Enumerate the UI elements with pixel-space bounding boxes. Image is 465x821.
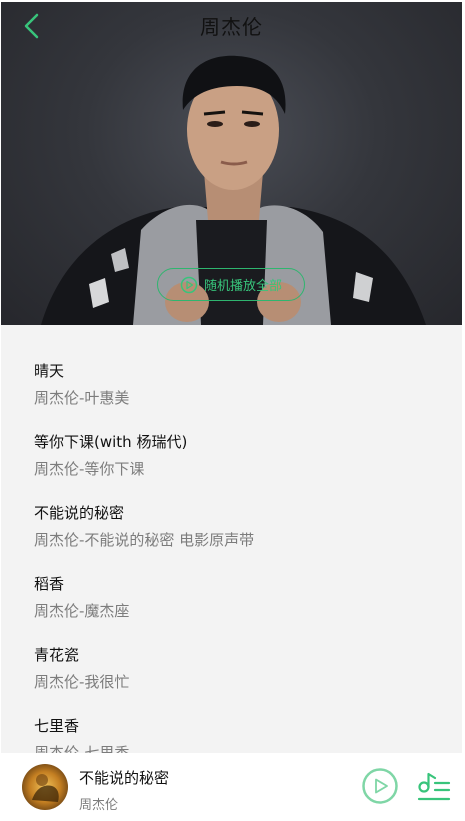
song-title: 晴天	[34, 362, 65, 380]
song-artist-album: 周杰伦-我很忙	[34, 673, 130, 691]
album-art	[22, 764, 68, 810]
song-item[interactable]: 七里香 周杰伦-七里香	[34, 715, 434, 755]
app-frame: 周杰伦 随机播放全部 晴天 周杰伦-叶惠美 等你下课(with 杨瑞代) 周杰伦…	[1, 2, 462, 821]
song-title: 不能说的秘密	[34, 504, 125, 522]
play-button[interactable]	[361, 767, 399, 805]
shuffle-play-all-button[interactable]: 随机播放全部	[157, 268, 305, 301]
playlist-button[interactable]	[415, 771, 451, 805]
mini-player: 不能说的秘密 周杰伦	[1, 753, 462, 821]
song-item[interactable]: 晴天 周杰伦-叶惠美	[34, 360, 434, 420]
song-item[interactable]: 等你下课(with 杨瑞代) 周杰伦-等你下课	[34, 431, 434, 491]
song-title: 七里香	[34, 717, 80, 735]
song-artist-album: 周杰伦-等你下课	[34, 460, 145, 478]
play-circle-icon	[180, 276, 198, 293]
page-title: 周杰伦	[200, 15, 263, 39]
album-cover[interactable]	[22, 764, 68, 810]
song-item[interactable]: 青花瓷 周杰伦-我很忙	[34, 644, 434, 704]
song-artist-album: 周杰伦-魔杰座	[34, 602, 130, 620]
song-title: 青花瓷	[34, 646, 80, 664]
play-circle-icon	[362, 768, 398, 804]
shuffle-label: 随机播放全部	[203, 279, 282, 294]
song-artist-album: 周杰伦-叶惠美	[34, 389, 130, 407]
song-list: 晴天 周杰伦-叶惠美 等你下课(with 杨瑞代) 周杰伦-等你下课 不能说的秘…	[1, 325, 462, 755]
artist-banner: 周杰伦 随机播放全部	[1, 2, 462, 325]
song-title: 稻香	[34, 575, 65, 593]
song-item[interactable]: 稻香 周杰伦-魔杰座	[34, 573, 434, 633]
song-artist-album: 周杰伦-不能说的秘密 电影原声带	[34, 531, 255, 549]
now-playing-artist: 周杰伦	[79, 798, 119, 813]
song-item[interactable]: 不能说的秘密 周杰伦-不能说的秘密 电影原声带	[34, 502, 434, 562]
now-playing-title: 不能说的秘密	[79, 769, 170, 787]
playlist-icon	[417, 772, 451, 801]
song-title: 等你下课(with 杨瑞代)	[34, 433, 188, 451]
